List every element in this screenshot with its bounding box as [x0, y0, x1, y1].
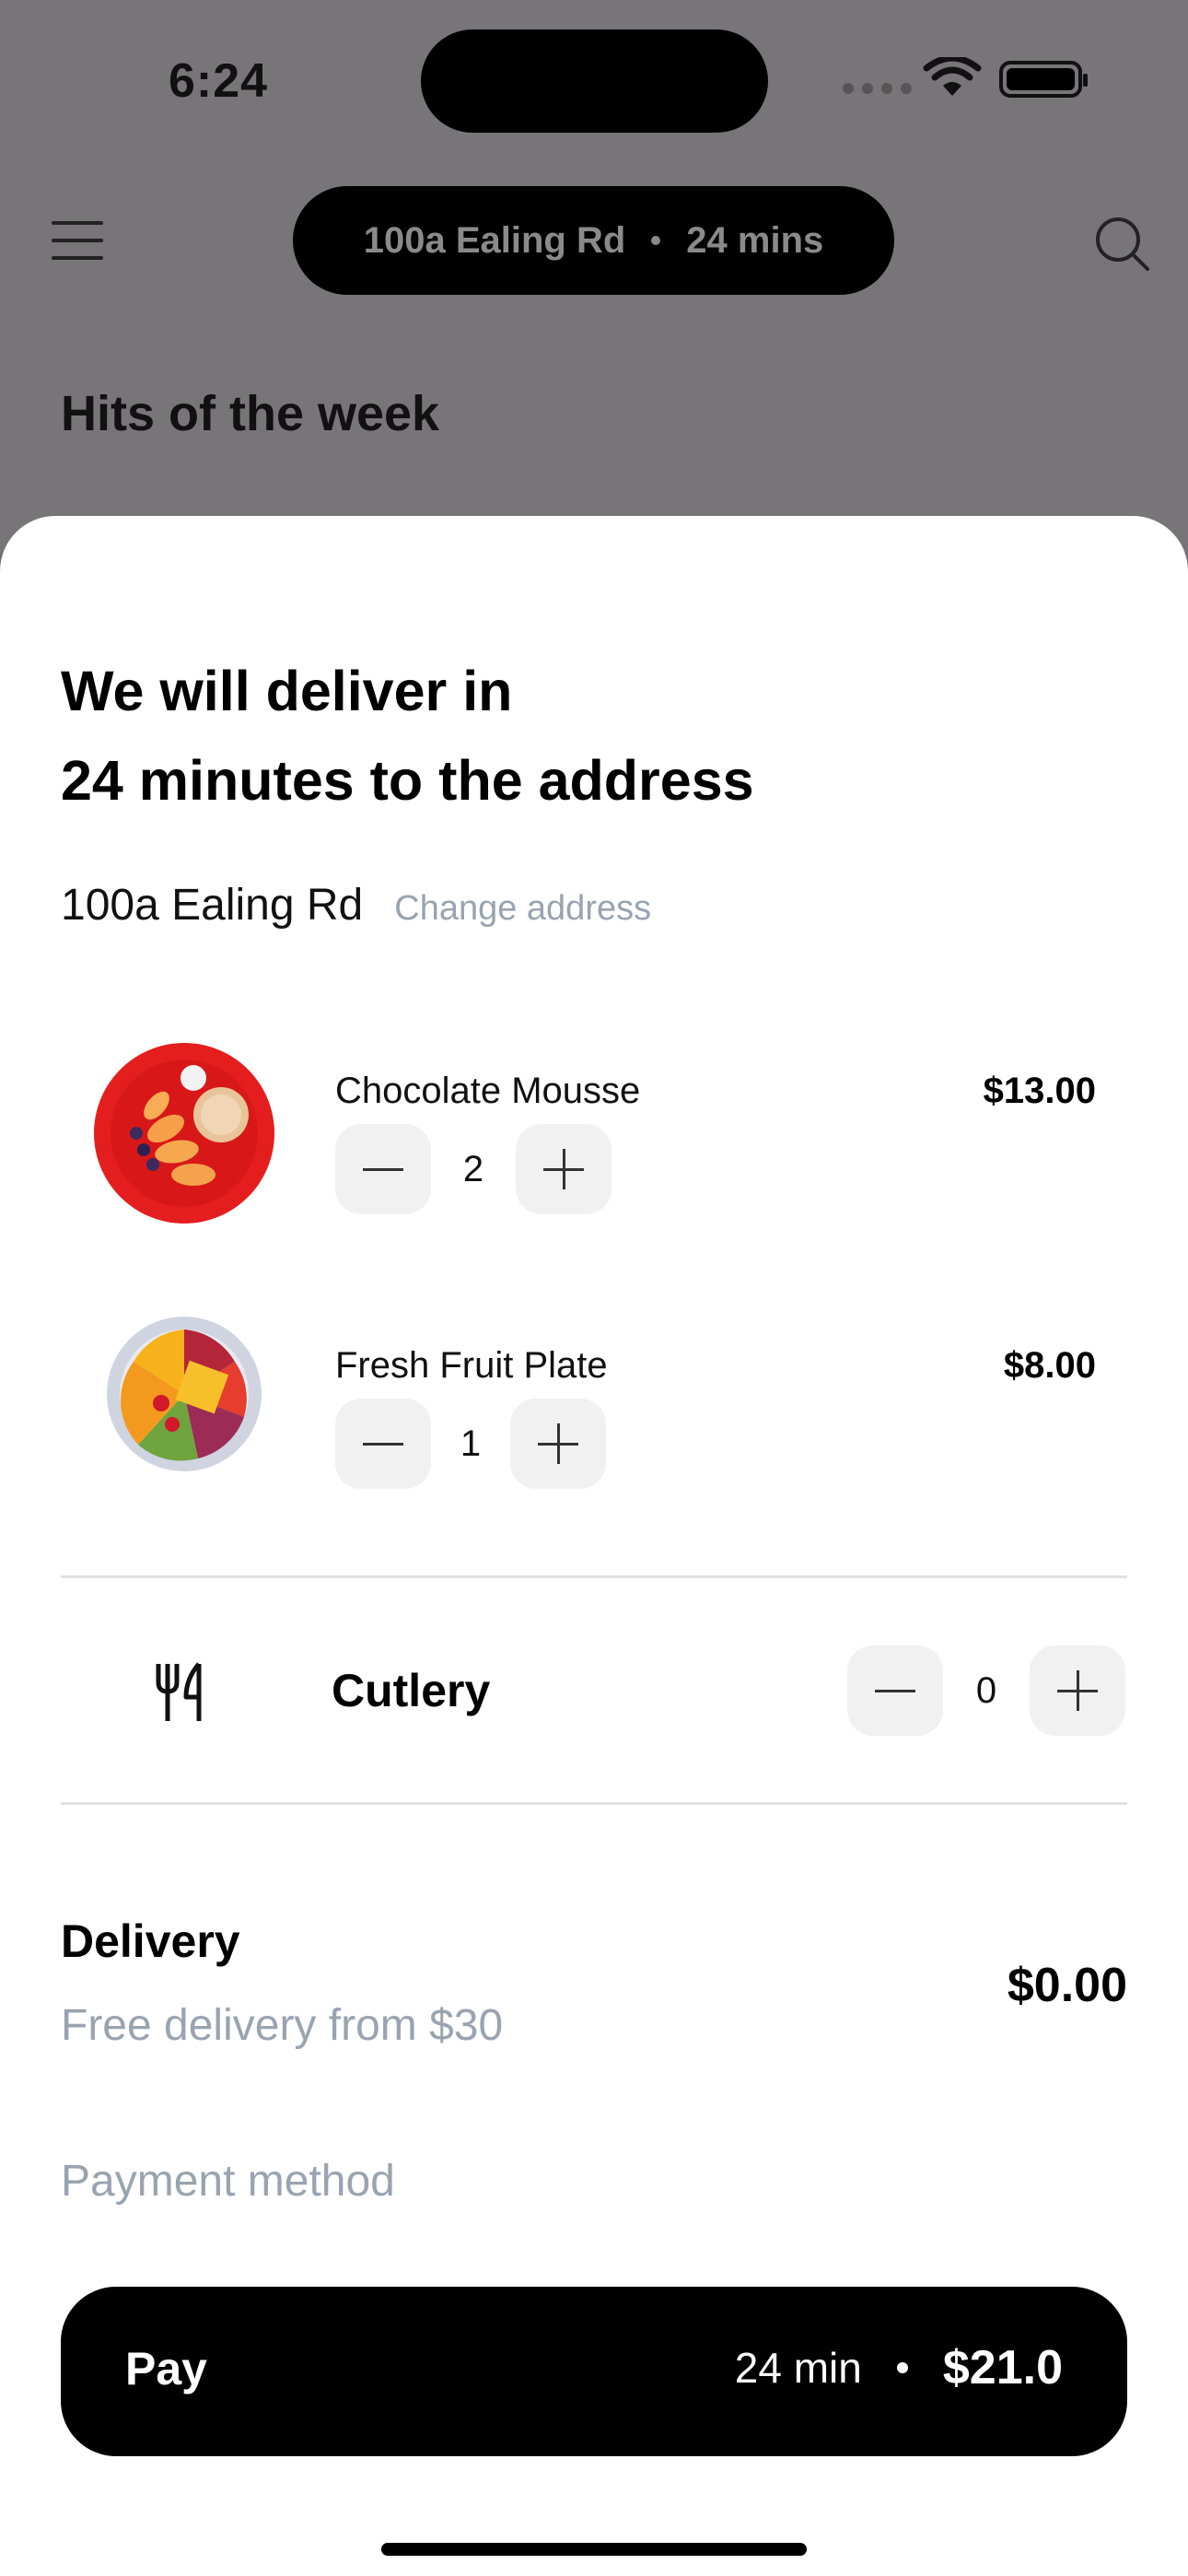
search-icon[interactable]: [1094, 216, 1151, 273]
minus-icon: [875, 1689, 915, 1692]
quantity-value: 2: [462, 1148, 484, 1189]
minus-icon: [363, 1442, 403, 1446]
increase-button[interactable]: [516, 1124, 611, 1214]
checkout-sheet: We will deliver in 24 minutes to the add…: [0, 516, 1188, 2576]
item-image: [106, 1316, 262, 1472]
item-name: Fresh Fruit Plate: [335, 1345, 608, 1386]
pay-total: $21.0: [942, 2341, 1063, 2395]
title-line-2: 24 minutes to the address: [61, 749, 754, 812]
item-price: $13.00: [983, 1071, 1096, 1111]
change-address-link[interactable]: Change address: [394, 889, 651, 929]
item-name: Chocolate Mousse: [335, 1071, 641, 1111]
quantity-stepper: 2: [335, 1124, 611, 1214]
wifi-icon: [923, 57, 982, 96]
section-title: Hits of the week: [61, 386, 440, 441]
delivery-note: Free delivery from $30: [61, 2001, 504, 2050]
divider: [61, 1575, 1127, 1578]
pay-eta: 24 min: [734, 2344, 862, 2392]
address-pill[interactable]: 100a Ealing Rd 24 mins: [293, 186, 894, 295]
delivery-title: We will deliver in 24 minutes to the add…: [61, 647, 754, 825]
separator-dot: [896, 2362, 908, 2373]
status-time: 6:24: [169, 54, 269, 108]
quantity-value: 1: [460, 1423, 482, 1464]
item-price: $8.00: [1003, 1345, 1096, 1386]
increase-button[interactable]: [1030, 1645, 1125, 1736]
pay-button[interactable]: Pay 24 min $21.0: [61, 2287, 1127, 2456]
delivery-price: $0.00: [1007, 1959, 1127, 2012]
divider: [61, 1802, 1127, 1805]
cutlery-label: Cutlery: [332, 1665, 491, 1716]
decrease-button[interactable]: [335, 1124, 431, 1214]
quantity-value: 0: [975, 1669, 997, 1711]
minus-icon: [363, 1167, 403, 1171]
battery-icon: [999, 61, 1088, 98]
cutlery-stepper: 0: [847, 1645, 1125, 1736]
delivery-label: Delivery: [61, 1915, 240, 1967]
pay-label: Pay: [125, 2343, 207, 2395]
home-indicator[interactable]: [381, 2543, 807, 2556]
address-pill-address: 100a Ealing Rd: [363, 219, 626, 261]
cellular-icon: [843, 83, 912, 94]
address-row: 100a Ealing Rd Change address: [61, 880, 651, 931]
cutlery-icon: [156, 1662, 202, 1721]
decrease-button[interactable]: [847, 1645, 943, 1736]
menu-icon[interactable]: [52, 221, 103, 262]
title-line-1: We will deliver in: [61, 660, 513, 722]
dynamic-island: [421, 29, 768, 133]
address-pill-eta: 24 mins: [686, 219, 824, 261]
separator-dot: [651, 236, 661, 245]
delivery-address: 100a Ealing Rd: [61, 881, 364, 930]
payment-method-label: Payment method: [61, 2157, 395, 2206]
quantity-stepper: 1: [335, 1399, 606, 1489]
pay-summary: 24 min $21.0: [735, 2340, 1063, 2395]
decrease-button[interactable]: [335, 1399, 431, 1489]
increase-button[interactable]: [510, 1399, 606, 1489]
item-image: [92, 1041, 276, 1225]
